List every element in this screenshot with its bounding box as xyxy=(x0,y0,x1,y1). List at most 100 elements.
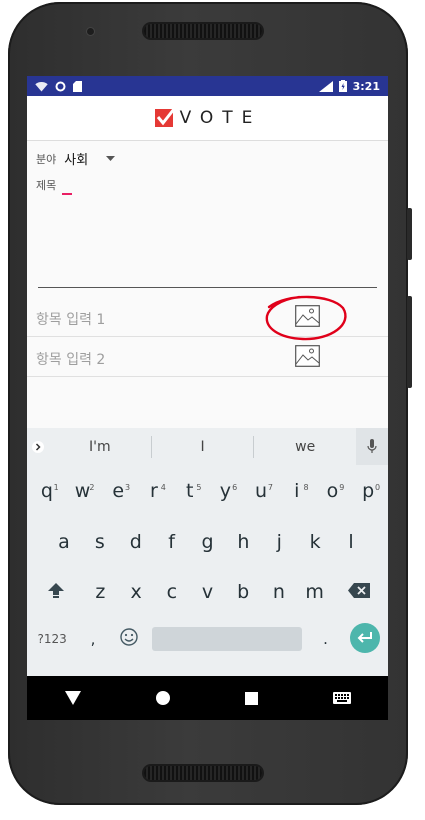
key-label: p xyxy=(362,480,375,502)
volume-button xyxy=(407,296,412,388)
key-v[interactable]: v xyxy=(190,581,226,603)
option-item-2: 항목 입력 2 xyxy=(27,337,388,377)
back-icon[interactable] xyxy=(64,691,81,705)
space-key[interactable] xyxy=(146,617,307,651)
key-y[interactable]: y6 xyxy=(208,480,244,502)
soft-keyboard: I'm I we q1 w2 e3 r4 t5 y6 u7 i8 o9 p0 a… xyxy=(27,428,388,676)
emoji-key[interactable] xyxy=(111,617,147,651)
suggestion-2[interactable]: I xyxy=(152,439,254,455)
bottom-speaker xyxy=(144,766,262,780)
key-k[interactable]: k xyxy=(297,531,333,553)
title-label: 제목 xyxy=(36,179,57,192)
wifi-icon xyxy=(35,81,48,91)
key-number: 1 xyxy=(53,483,59,492)
front-camera xyxy=(87,28,94,35)
category-value: 사회 xyxy=(64,153,89,168)
key-number: 4 xyxy=(160,483,166,492)
top-speaker xyxy=(144,24,262,38)
sd-card-icon xyxy=(73,80,82,92)
vote-check-logo-icon xyxy=(154,108,175,127)
key-m[interactable]: m xyxy=(297,581,333,603)
comma-key[interactable]: , xyxy=(75,617,111,661)
symbols-key[interactable]: ?123 xyxy=(29,617,75,661)
key-q[interactable]: q1 xyxy=(29,480,65,502)
image-picker-icon[interactable] xyxy=(295,345,320,367)
key-l[interactable]: l xyxy=(333,531,369,553)
key-b[interactable]: b xyxy=(225,581,261,603)
key-r[interactable]: r4 xyxy=(136,480,172,502)
category-spinner[interactable]: 사회 xyxy=(64,149,116,168)
text-cursor xyxy=(62,193,73,195)
red-annotation-circle xyxy=(265,295,347,341)
app-title: VOTE xyxy=(179,108,262,128)
key-label: w xyxy=(74,480,91,502)
power-button xyxy=(407,208,412,260)
microphone-icon xyxy=(367,439,377,453)
recents-icon[interactable] xyxy=(244,691,258,705)
keyboard-switch-icon[interactable] xyxy=(332,692,351,704)
key-a[interactable]: a xyxy=(46,531,82,553)
key-row-1: q1 w2 e3 r4 t5 y6 u7 i8 o9 p0 xyxy=(27,465,388,517)
key-d[interactable]: d xyxy=(118,531,154,553)
key-c[interactable]: c xyxy=(154,581,190,603)
key-n[interactable]: n xyxy=(261,581,297,603)
enter-key[interactable] xyxy=(343,617,386,653)
category-row: 분야 사회 xyxy=(36,149,116,168)
chevron-right-icon xyxy=(32,440,44,453)
key-p[interactable]: p0 xyxy=(350,480,386,502)
key-g[interactable]: g xyxy=(190,531,226,553)
key-f[interactable]: f xyxy=(154,531,190,553)
enter-button-circle xyxy=(349,623,380,653)
key-number: 8 xyxy=(303,483,309,492)
title-field[interactable]: 제목 xyxy=(36,177,73,195)
key-label: u xyxy=(255,480,268,502)
shift-key[interactable] xyxy=(29,581,83,604)
key-s[interactable]: s xyxy=(82,531,118,553)
option-input-1[interactable]: 항목 입력 1 xyxy=(36,309,105,329)
key-number: 5 xyxy=(196,483,202,492)
key-label: r xyxy=(150,480,158,502)
app-bar: VOTE xyxy=(27,96,388,141)
home-icon[interactable] xyxy=(155,691,170,705)
key-number: 7 xyxy=(267,483,273,492)
key-label: e xyxy=(112,480,125,502)
dropdown-arrow-icon xyxy=(106,155,116,161)
key-row-4: ?123 , . xyxy=(27,617,388,669)
suggestion-3[interactable]: we xyxy=(254,439,356,455)
circle-notification-icon xyxy=(55,81,66,91)
vote-form: 분야 사회 제목 항목 입력 1 항목 입력 2 xyxy=(27,141,388,431)
suggestion-1[interactable]: I'm xyxy=(49,439,151,455)
title-underline xyxy=(38,287,377,288)
space-bar xyxy=(152,627,302,651)
backspace-icon xyxy=(348,583,371,598)
smiley-icon xyxy=(119,628,138,646)
key-j[interactable]: j xyxy=(261,531,297,553)
key-o[interactable]: o9 xyxy=(315,480,351,502)
key-row-3: z x c v b n m xyxy=(27,567,388,617)
key-h[interactable]: h xyxy=(225,531,261,553)
key-u[interactable]: u7 xyxy=(243,480,279,502)
signal-icon xyxy=(318,80,333,92)
key-row-2: a s d f g h j k l xyxy=(27,517,388,567)
clock: 3:21 xyxy=(352,79,380,93)
period-key[interactable]: . xyxy=(308,617,344,661)
suggestion-strip: I'm I we xyxy=(27,428,388,465)
key-x[interactable]: x xyxy=(118,581,154,603)
status-bar: 3:21 xyxy=(27,76,388,96)
category-label: 분야 xyxy=(36,152,57,166)
key-label: y xyxy=(219,480,231,502)
key-w[interactable]: w2 xyxy=(65,480,101,502)
key-i[interactable]: i8 xyxy=(279,480,315,502)
key-label: o xyxy=(326,480,339,502)
key-number: 9 xyxy=(339,483,345,492)
key-z[interactable]: z xyxy=(83,581,119,603)
option-input-2[interactable]: 항목 입력 2 xyxy=(36,349,105,369)
key-t[interactable]: t5 xyxy=(172,480,208,502)
key-label: t xyxy=(185,480,194,502)
expand-suggestions-button[interactable] xyxy=(27,439,49,455)
enter-arrow-icon xyxy=(357,632,372,643)
backspace-key[interactable] xyxy=(332,581,386,603)
battery-icon xyxy=(338,80,347,92)
voice-input-button[interactable] xyxy=(356,428,388,465)
key-e[interactable]: e3 xyxy=(100,480,136,502)
